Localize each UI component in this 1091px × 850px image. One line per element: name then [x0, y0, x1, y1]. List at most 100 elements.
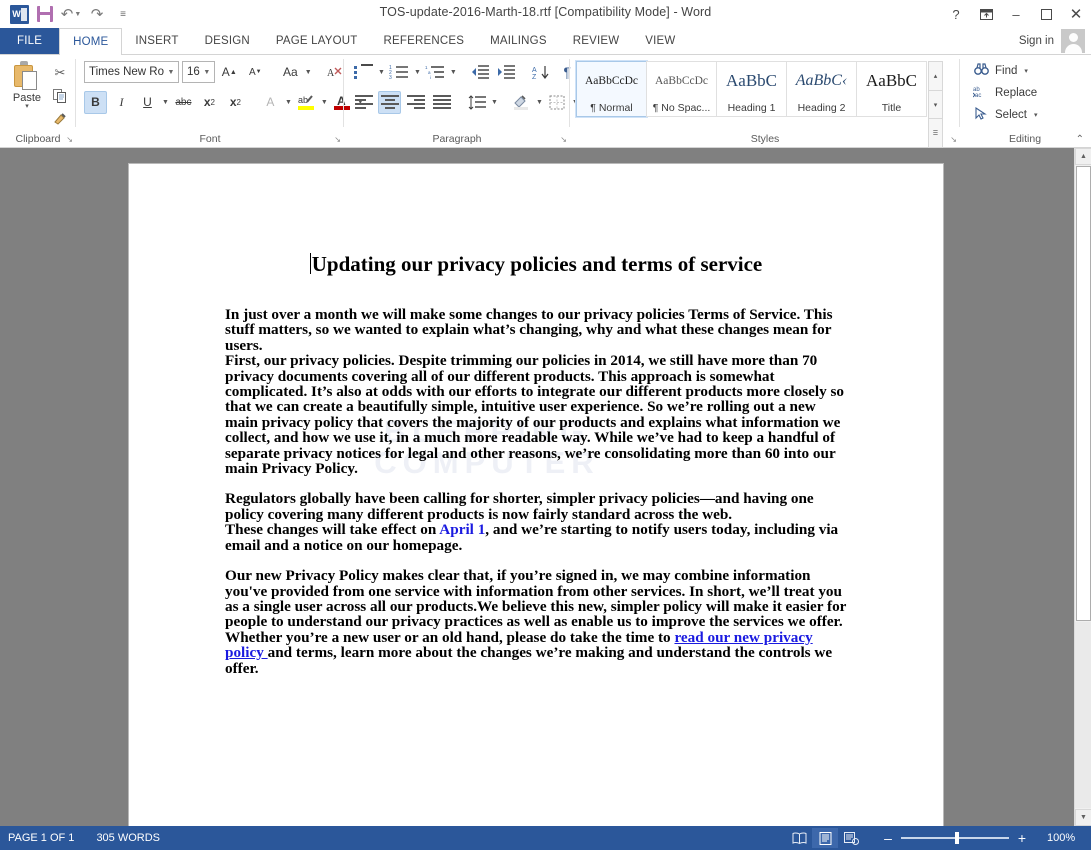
word-count[interactable]: 305 WORDS	[96, 832, 160, 844]
document-paragraph-3: Our new Privacy Policy makes clear that,…	[225, 568, 847, 676]
styles-scroll-up-icon[interactable]: ▴	[928, 61, 943, 91]
font-size-caret-icon[interactable]: ▼	[200, 69, 214, 76]
tab-view[interactable]: VIEW	[632, 28, 688, 54]
underline-caret-icon[interactable]: ▼	[162, 91, 169, 113]
italic-button[interactable]: I	[110, 91, 133, 114]
zoom-slider-thumb[interactable]	[955, 832, 959, 844]
help-icon[interactable]: ?	[941, 0, 971, 28]
collapse-ribbon-icon[interactable]: ⌃	[1076, 134, 1084, 145]
align-center-button[interactable]	[378, 90, 401, 114]
read-mode-icon[interactable]	[786, 828, 812, 848]
strikethrough-button[interactable]: abc	[172, 91, 195, 114]
ribbon-group-font: Times New Ro ▼ 16 ▼ A ▲ A ▼ Aa ▼ A B I U…	[76, 55, 364, 147]
style-item-title[interactable]: AaBbC Title	[856, 61, 927, 117]
sign-in-link[interactable]: Sign in	[1019, 35, 1054, 47]
line-spacing-caret-icon[interactable]: ▼	[491, 91, 498, 113]
shrink-font-icon[interactable]: A ▼	[244, 61, 267, 84]
document-canvas: BLEEPING COMPUTER Updating our privacy p…	[0, 148, 1074, 826]
change-case-caret-icon[interactable]: ▼	[305, 61, 312, 83]
paste-dropdown-caret[interactable]: ▾	[25, 103, 29, 110]
zoom-in-button[interactable]: +	[1016, 830, 1028, 846]
text-effects-icon[interactable]: A	[259, 91, 282, 114]
line-spacing-icon[interactable]	[465, 91, 488, 114]
font-name-caret-icon[interactable]: ▼	[164, 69, 178, 76]
numbering-icon[interactable]: 123	[388, 61, 411, 84]
style-item-heading-1[interactable]: AaBbC Heading 1	[716, 61, 787, 117]
numbering-caret-icon[interactable]: ▼	[414, 61, 421, 83]
sort-icon[interactable]: AZ	[530, 61, 553, 84]
format-painter-icon[interactable]	[49, 109, 71, 129]
increase-indent-icon[interactable]	[495, 61, 518, 84]
web-layout-icon[interactable]	[838, 828, 864, 848]
style-item-normal[interactable]: AaBbCcDc ¶ Normal	[575, 60, 648, 118]
document-page[interactable]: BLEEPING COMPUTER Updating our privacy p…	[128, 163, 944, 826]
font-name-combo[interactable]: Times New Ro ▼	[84, 61, 179, 83]
tab-mailings[interactable]: MAILINGS	[477, 28, 560, 54]
print-layout-icon[interactable]	[812, 828, 838, 848]
find-caret-icon[interactable]: ▾	[1024, 67, 1028, 75]
maximize-button[interactable]	[1031, 0, 1061, 28]
clipboard-dialog-launcher[interactable]: ↘	[66, 135, 73, 144]
select-label: Select	[995, 109, 1027, 121]
bold-button[interactable]: B	[84, 90, 107, 114]
multilevel-caret-icon[interactable]: ▼	[450, 61, 457, 83]
select-caret-icon[interactable]: ▾	[1034, 111, 1038, 119]
select-button[interactable]: Select ▾	[968, 104, 1085, 126]
tab-page-layout[interactable]: PAGE LAYOUT	[263, 28, 371, 54]
page-indicator[interactable]: PAGE 1 OF 1	[8, 832, 74, 844]
styles-scroll-down-icon[interactable]: ▾	[928, 89, 943, 120]
shading-icon[interactable]	[510, 91, 533, 114]
replace-button[interactable]: ab ac Replace	[968, 82, 1085, 104]
close-button[interactable]: ✕	[1061, 0, 1091, 28]
scroll-down-icon[interactable]: ▼	[1075, 809, 1091, 826]
tab-review[interactable]: REVIEW	[560, 28, 633, 54]
text-effects-caret-icon[interactable]: ▼	[285, 91, 292, 113]
subscript-button[interactable]: x2	[198, 91, 221, 114]
copy-icon[interactable]	[49, 86, 71, 106]
font-name-value: Times New Ro	[89, 66, 164, 78]
paragraph-dialog-launcher[interactable]: ↘	[560, 135, 567, 144]
align-right-button[interactable]	[404, 91, 427, 114]
zoom-out-button[interactable]: –	[882, 830, 894, 846]
avatar[interactable]	[1061, 29, 1085, 53]
borders-icon[interactable]	[546, 91, 569, 114]
zoom-control[interactable]: – + 100%	[882, 830, 1081, 846]
superscript-button[interactable]: x2	[224, 91, 247, 114]
highlight-caret-icon[interactable]: ▼	[321, 91, 328, 113]
font-group-label: Font	[199, 133, 221, 145]
underline-button[interactable]: U	[136, 91, 159, 114]
ribbon-display-options-icon[interactable]	[971, 0, 1001, 28]
svg-text:Z: Z	[532, 74, 537, 80]
tab-file[interactable]: FILE	[0, 28, 60, 54]
tab-insert[interactable]: INSERT	[122, 28, 191, 54]
scrollbar-thumb[interactable]	[1076, 166, 1091, 621]
decrease-indent-icon[interactable]	[469, 61, 492, 84]
cut-icon[interactable]: ✂	[49, 63, 71, 83]
style-item-no-spacing[interactable]: AaBbCcDc ¶ No Spac...	[646, 61, 717, 117]
font-dialog-launcher[interactable]: ↘	[334, 135, 341, 144]
font-size-combo[interactable]: 16 ▼	[181, 61, 215, 83]
grow-font-icon[interactable]: A ▲	[218, 61, 241, 84]
style-item-heading-2[interactable]: AaBbC‹ Heading 2	[786, 61, 857, 117]
scrollbar-track[interactable]	[1075, 622, 1091, 808]
vertical-scrollbar[interactable]: ▲ ▼	[1074, 148, 1091, 826]
tab-references[interactable]: REFERENCES	[371, 28, 478, 54]
multilevel-list-icon[interactable]: 1ai	[424, 61, 447, 84]
cursor-select-icon	[972, 106, 990, 123]
tab-design[interactable]: DESIGN	[192, 28, 263, 54]
change-case-icon[interactable]: Aa	[279, 61, 302, 84]
minimize-button[interactable]: –	[1001, 0, 1031, 28]
align-left-button[interactable]	[352, 91, 375, 114]
bullets-icon[interactable]	[352, 61, 375, 84]
highlight-color-icon[interactable]: ab	[295, 91, 318, 114]
style-preview: AaBbC	[726, 70, 777, 90]
zoom-slider[interactable]	[901, 832, 1009, 844]
scroll-up-icon[interactable]: ▲	[1075, 148, 1091, 165]
justify-button[interactable]	[430, 91, 453, 114]
find-button[interactable]: Find ▾	[968, 60, 1085, 82]
shading-caret-icon[interactable]: ▼	[536, 91, 543, 113]
styles-dialog-launcher[interactable]: ↘	[950, 135, 957, 144]
zoom-level[interactable]: 100%	[1047, 832, 1081, 844]
bullets-caret-icon[interactable]: ▼	[378, 61, 385, 83]
tab-home[interactable]: HOME	[59, 28, 123, 55]
